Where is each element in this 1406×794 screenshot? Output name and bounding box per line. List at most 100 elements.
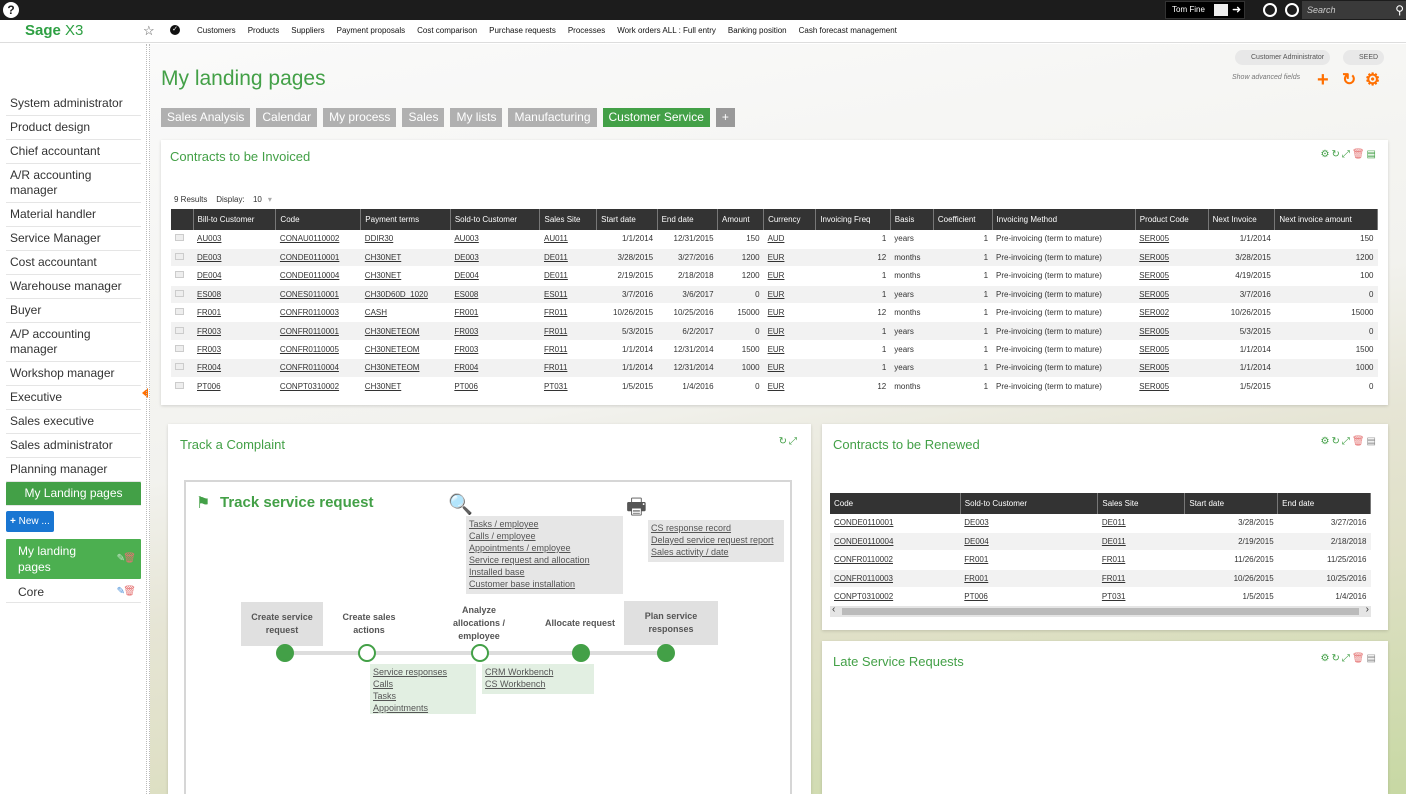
- step-create-sales-actions[interactable]: Create sales actions: [332, 611, 406, 637]
- settings-icon[interactable]: ⚙: [1320, 149, 1331, 160]
- sidebar-role[interactable]: Warehouse manager: [6, 275, 141, 299]
- delete-icon[interactable]: 🗑: [123, 551, 136, 567]
- add-icon[interactable]: +: [1317, 70, 1329, 90]
- scroll-thumb[interactable]: [842, 608, 1359, 615]
- export-icon[interactable]: ▤: [1367, 149, 1378, 160]
- table-cell[interactable]: CONFR0110004: [275, 358, 361, 378]
- table-cell[interactable]: FR001: [960, 550, 1098, 570]
- column-header[interactable]: End date: [657, 209, 719, 230]
- table-cell[interactable]: FR011: [539, 321, 597, 341]
- tab-manufacturing[interactable]: Manufacturing: [508, 108, 597, 127]
- table-cell[interactable]: DE011: [1097, 532, 1185, 552]
- table-row[interactable]: ES008 CONES0110001 CH30D60D_1020 ES008 ES011…: [171, 285, 1378, 305]
- table-cell[interactable]: ES011: [539, 285, 597, 305]
- table-cell[interactable]: FR001: [450, 303, 540, 323]
- table-cell[interactable]: SER005: [1135, 340, 1209, 360]
- table-row[interactable]: CONFR0110002 FR001 FR011 11/26/2015 11/25/20…: [830, 550, 1371, 570]
- column-header[interactable]: Currency: [763, 209, 817, 230]
- row-select-cell[interactable]: [171, 230, 193, 249]
- refresh-icon[interactable]: ↻: [1342, 70, 1356, 90]
- sidebar-role[interactable]: Planning manager: [6, 458, 141, 482]
- table-cell[interactable]: FR003: [193, 321, 276, 341]
- nav-link-work-orders[interactable]: Work orders ALL : Full entry: [617, 26, 716, 35]
- table-cell[interactable]: FR001: [193, 303, 276, 323]
- page-item-my-landing-pages[interactable]: My landing pages ✎ 🗑: [6, 539, 141, 579]
- row-menu-icon[interactable]: [175, 308, 184, 316]
- column-header[interactable]: Start date: [596, 209, 658, 230]
- table-cell[interactable]: ES008: [450, 285, 540, 305]
- row-menu-icon[interactable]: [175, 271, 184, 279]
- table-cell[interactable]: CH30NETEOM: [360, 321, 451, 341]
- table-cell[interactable]: DE004: [960, 532, 1098, 552]
- table-cell[interactable]: FR001: [960, 569, 1098, 589]
- refresh-icon[interactable]: ↻: [779, 436, 789, 447]
- table-cell[interactable]: FR004: [193, 358, 276, 378]
- sidebar-role[interactable]: Executive: [6, 386, 141, 410]
- link-cs-workbench[interactable]: CS Workbench: [485, 678, 591, 690]
- nav-link-payment-proposals[interactable]: Payment proposals: [337, 26, 405, 35]
- delete-icon[interactable]: 🗑: [1352, 653, 1367, 664]
- table-cell[interactable]: CONDE0110004: [830, 532, 961, 552]
- column-header[interactable]: Payment terms: [360, 209, 451, 230]
- sidebar-role[interactable]: Buyer: [6, 299, 141, 323]
- table-cell[interactable]: EUR: [763, 358, 816, 378]
- expand-icon[interactable]: ⤢: [1342, 653, 1352, 664]
- globe-icon[interactable]: [1263, 3, 1277, 17]
- table-cell[interactable]: DE011: [539, 266, 597, 286]
- nav-link-cash-forecast[interactable]: Cash forecast management: [799, 26, 897, 35]
- table-cell[interactable]: EUR: [763, 266, 816, 286]
- table-cell[interactable]: FR011: [539, 340, 597, 360]
- table-cell[interactable]: FR011: [1097, 569, 1185, 589]
- row-menu-icon[interactable]: [175, 234, 184, 242]
- link-appointments[interactable]: Appointments: [373, 702, 473, 714]
- row-menu-icon[interactable]: [175, 253, 184, 261]
- column-header[interactable]: Code: [830, 493, 961, 514]
- favorite-star-icon[interactable]: ☆: [143, 23, 155, 39]
- table-cell[interactable]: SER005: [1135, 358, 1209, 378]
- table-cell[interactable]: CH30NET: [360, 266, 451, 286]
- table-cell[interactable]: SER002: [1135, 303, 1209, 323]
- table-cell[interactable]: PT006: [450, 377, 540, 397]
- page-item-core[interactable]: Core ✎ 🗑: [6, 583, 141, 603]
- step-plan-service-responses[interactable]: Plan service responses: [624, 601, 718, 645]
- table-cell[interactable]: DE003: [960, 514, 1098, 533]
- table-cell[interactable]: DE004: [450, 266, 540, 286]
- table-cell[interactable]: CONDE0110001: [275, 248, 361, 268]
- table-cell[interactable]: CONFR0110003: [830, 569, 961, 589]
- link-service-responses[interactable]: Service responses: [373, 666, 473, 678]
- search-input[interactable]: Search ⚲: [1302, 1, 1406, 19]
- table-cell[interactable]: CASH: [360, 303, 451, 323]
- seed-button[interactable]: SEED: [1343, 50, 1385, 65]
- table-cell[interactable]: CONPT0310002: [830, 587, 961, 607]
- sidebar-role[interactable]: Chief accountant: [6, 140, 141, 164]
- tab-customer-service[interactable]: Customer Service: [602, 108, 710, 127]
- table-row[interactable]: DE003 CONDE0110001 CH30NET DE003 DE011 3/28/2…: [171, 248, 1378, 268]
- step-node[interactable]: [572, 644, 590, 662]
- column-header[interactable]: Sold-to Customer: [450, 209, 541, 230]
- step-node[interactable]: [358, 644, 376, 662]
- settings-icon[interactable]: ⚙: [1320, 436, 1331, 447]
- tab-sales-analysis[interactable]: Sales Analysis: [161, 108, 251, 127]
- add-tab-button[interactable]: +: [715, 108, 735, 127]
- refresh-icon[interactable]: ↻: [1331, 149, 1341, 160]
- table-row[interactable]: FR003 CONFR0110005 CH30NETEOM FR003 FR011 1/1…: [171, 340, 1378, 360]
- column-header[interactable]: Basis: [890, 209, 934, 230]
- table-cell[interactable]: SER005: [1135, 248, 1209, 268]
- table-cell[interactable]: CONFR0110001: [275, 321, 361, 341]
- table-cell[interactable]: CONAU0110002: [275, 230, 361, 249]
- step-create-service-request[interactable]: Create service request: [241, 602, 323, 646]
- customer-admin-button[interactable]: Customer Administrator: [1235, 50, 1331, 65]
- search-icon[interactable]: ⚲: [1395, 1, 1404, 19]
- delete-icon[interactable]: 🗑: [1352, 436, 1367, 447]
- table-cell[interactable]: CONDE0110004: [275, 266, 361, 286]
- row-select-cell[interactable]: [171, 358, 193, 378]
- delete-icon[interactable]: 🗑: [123, 583, 136, 601]
- table-row[interactable]: AU003 CONAU0110002 DDIR30 AU003 AU011 1/1/201…: [171, 230, 1378, 249]
- table-cell[interactable]: FR003: [450, 321, 540, 341]
- column-header[interactable]: Sold-to Customer: [960, 493, 1099, 514]
- refresh-icon[interactable]: ↻: [1331, 436, 1341, 447]
- logout-icon[interactable]: ➜: [1232, 3, 1241, 17]
- table-cell[interactable]: EUR: [763, 321, 816, 341]
- table-row[interactable]: CONDE0110004 DE004 DE011 2/19/2015 2/18/2018: [830, 532, 1371, 552]
- link-calls-employee[interactable]: Calls / employee: [469, 530, 620, 542]
